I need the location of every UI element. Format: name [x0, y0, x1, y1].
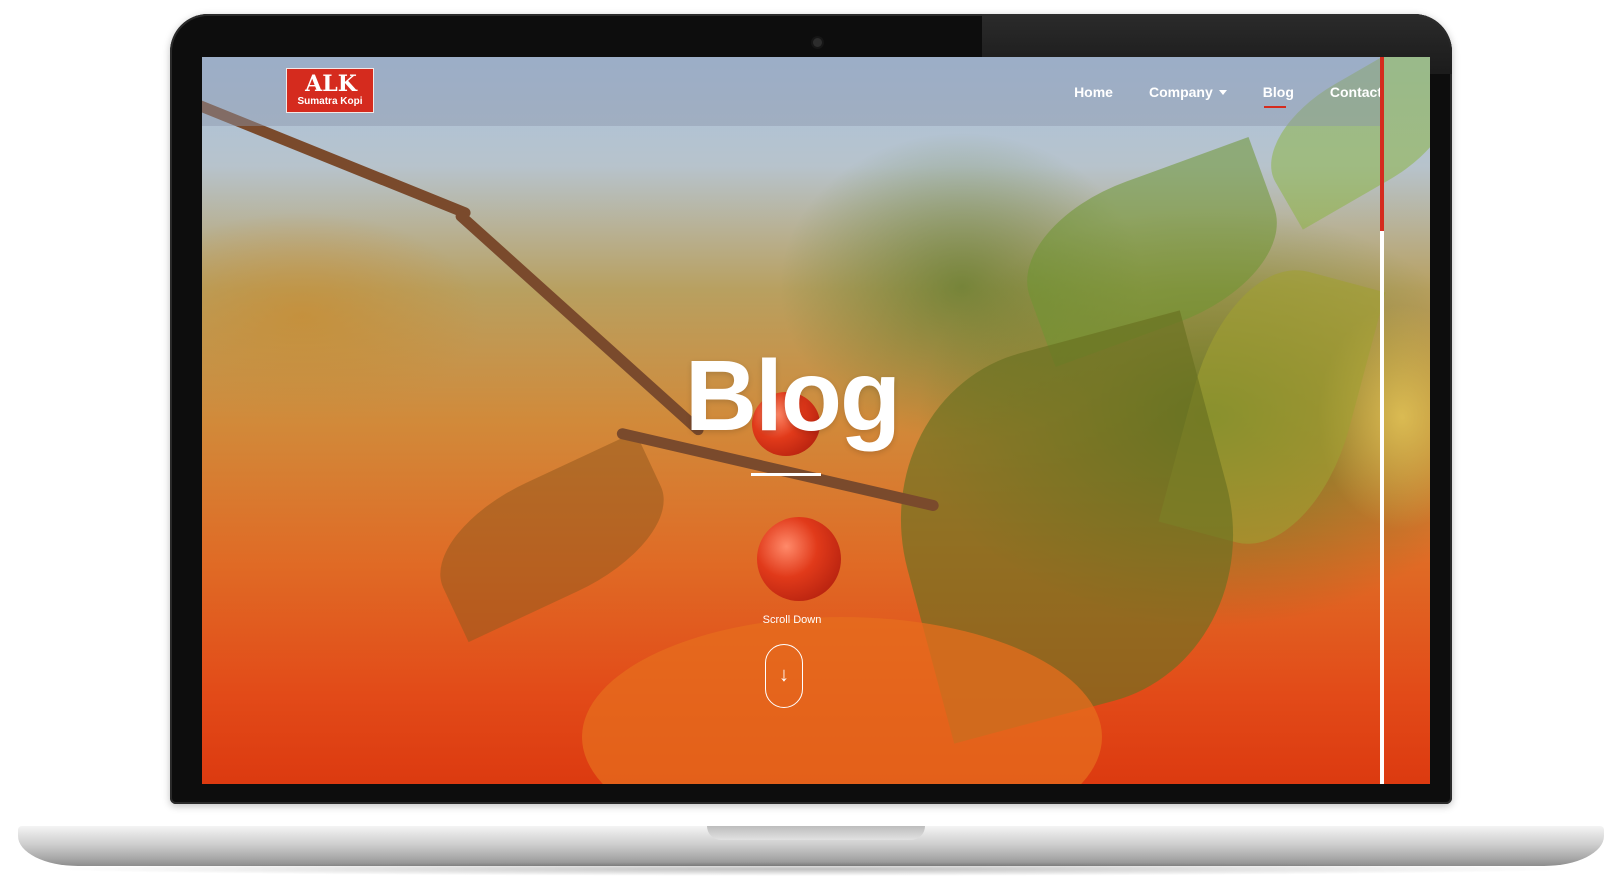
- hero-divider: [751, 473, 821, 476]
- logo-subtitle: Sumatra Kopi: [297, 96, 363, 107]
- brand-logo[interactable]: ALK Sumatra Kopi: [286, 68, 374, 113]
- nav-blog-link[interactable]: Blog: [1263, 84, 1294, 108]
- scroll-down-label: Scroll Down: [762, 614, 822, 626]
- caret-down-icon: [1218, 90, 1227, 96]
- nav-company-dropdown[interactable]: Company: [1149, 84, 1227, 100]
- leaf: [417, 431, 687, 643]
- nav-company-label: Company: [1148, 83, 1213, 100]
- laptop-shadow: [40, 862, 1580, 876]
- hero-title: Blog: [684, 340, 901, 452]
- nav-contact-link[interactable]: Contact: [1330, 84, 1382, 100]
- webcam: [813, 38, 822, 47]
- nav-home-link[interactable]: Home: [1074, 84, 1113, 100]
- coffee-cherry: [757, 517, 841, 601]
- scrollbar-thumb[interactable]: [1380, 57, 1384, 231]
- navbar: ALK Sumatra Kopi Home Company Blog Conta…: [202, 57, 1382, 126]
- website-screen: ALK Sumatra Kopi Home Company Blog Conta…: [202, 57, 1430, 784]
- arrow-down-icon: ↓: [779, 664, 789, 686]
- nav-menu: Home Company Blog Contact: [1038, 57, 1382, 126]
- scroll-down-button[interactable]: ↓: [765, 644, 803, 708]
- laptop-opening-notch: [707, 826, 925, 840]
- logo-mark: ALK: [305, 71, 357, 97]
